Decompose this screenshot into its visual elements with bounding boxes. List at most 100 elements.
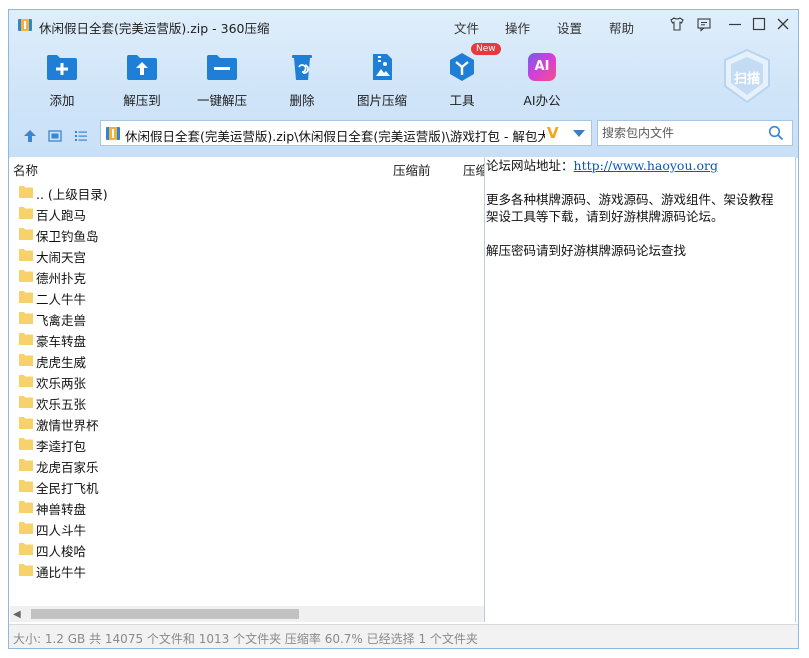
list-item[interactable]: 龙虎百家乐 <box>10 454 484 475</box>
column-headers: 名称 压缩前 压缩 <box>10 157 484 179</box>
list-item-label: 全民打飞机 <box>36 481 99 496</box>
list-item[interactable]: 二人牛牛 <box>10 286 484 307</box>
comment-pane: 论坛网站地址：http://www.haoyou.org 更多各种棋牌源码、游戏… <box>485 157 796 622</box>
column-size-before[interactable]: 压缩前 <box>393 160 431 179</box>
folder-icon <box>19 417 33 429</box>
list-item[interactable]: 全民打飞机 <box>10 475 484 496</box>
list-item[interactable]: 李逵打包 <box>10 433 484 454</box>
titlebar: 休闲假日全套(完美运营版).zip - 360压缩 文件 操作 设置 帮助 <box>9 10 798 40</box>
feedback-icon[interactable] <box>696 16 712 32</box>
list-item[interactable]: 神兽转盘 <box>10 496 484 517</box>
ai-office-button[interactable]: AI AI办公 <box>505 48 579 112</box>
list-item[interactable]: 德州扑克 <box>10 265 484 286</box>
delete-button[interactable]: 删除 <box>265 48 339 112</box>
zip-app-icon <box>18 19 32 31</box>
scan-button[interactable]: 扫描 <box>721 48 773 104</box>
folder-icon <box>19 522 33 534</box>
folder-icon <box>19 249 33 261</box>
list-item-label: 龙虎百家乐 <box>36 460 99 475</box>
folder-icon <box>19 228 33 240</box>
close-icon[interactable] <box>775 16 791 32</box>
address-bar: 休闲假日全套(完美运营版).zip\休闲假日全套(完美运营版)\游戏打包 - 解… <box>9 118 798 154</box>
scan-label: 扫描 <box>733 72 760 87</box>
list-item-label: 大闹天宫 <box>36 250 87 265</box>
scroll-left-icon[interactable]: ◀ <box>13 609 21 620</box>
search-icon[interactable] <box>768 125 784 141</box>
search-input[interactable] <box>600 123 762 143</box>
add-button[interactable]: 添加 <box>25 48 99 112</box>
list-item[interactable]: .. (上级目录) <box>10 181 484 202</box>
column-size-after[interactable]: 压缩 <box>463 160 484 179</box>
image-compress-button[interactable]: 图片压缩 <box>345 48 419 112</box>
list-item-label: 百人跑马 <box>36 208 87 223</box>
vip-icon[interactable]: V <box>547 124 559 142</box>
maximize-icon[interactable] <box>751 16 767 32</box>
folder-icon <box>19 291 33 303</box>
horizontal-scrollbar[interactable]: ◀ <box>10 606 484 622</box>
list-item[interactable]: 虎虎生威 <box>10 349 484 370</box>
list-item[interactable]: 通比牛牛 <box>10 559 484 580</box>
list-item[interactable]: 四人斗牛 <box>10 517 484 538</box>
list-item-label: 通比牛牛 <box>36 565 87 580</box>
menu-operation[interactable]: 操作 <box>505 18 530 37</box>
list-item-label: 德州扑克 <box>36 271 87 286</box>
extract-to-icon <box>127 55 157 80</box>
menu-file[interactable]: 文件 <box>454 18 479 37</box>
app-window: 休闲假日全套(完美运营版).zip - 360压缩 文件 操作 设置 帮助 添加… <box>8 9 799 649</box>
file-list-pane: 名称 压缩前 压缩 .. (上级目录) 百人跑马 保卫钓鱼岛 大闹天宫 <box>10 157 485 622</box>
folder-icon <box>19 543 33 555</box>
list-item-label: 二人牛牛 <box>36 292 87 307</box>
list-item-label: 豪车转盘 <box>36 334 87 349</box>
search-box <box>597 120 793 146</box>
status-text: 大小: 1.2 GB 共 14075 个文件和 1013 个文件夹 压缩率 60… <box>13 632 478 646</box>
list-item[interactable]: 百人跑马 <box>10 202 484 223</box>
list-view-icon[interactable] <box>73 128 89 144</box>
folder-icon <box>19 564 33 576</box>
list-item[interactable]: 飞禽走兽 <box>10 307 484 328</box>
scrollbar-thumb[interactable] <box>31 609 299 619</box>
path-field[interactable]: 休闲假日全套(完美运营版).zip\休闲假日全套(完美运营版)\游戏打包 - 解… <box>100 120 592 146</box>
up-arrow-icon[interactable] <box>22 128 38 144</box>
list-item-label: 欢乐两张 <box>36 376 87 391</box>
skin-shirt-icon[interactable] <box>669 16 685 32</box>
menu-settings[interactable]: 设置 <box>557 18 582 37</box>
status-bar: 大小: 1.2 GB 共 14075 个文件和 1013 个文件夹 压缩率 60… <box>9 624 798 648</box>
path-dropdown-icon[interactable] <box>573 130 585 137</box>
list-item[interactable]: 四人梭哈 <box>10 538 484 559</box>
list-item-label: 四人斗牛 <box>36 523 87 538</box>
list-item[interactable]: 欢乐两张 <box>10 370 484 391</box>
forum-link[interactable]: http://www.haoyou.org <box>574 158 718 173</box>
list-item[interactable]: 欢乐五张 <box>10 391 484 412</box>
thumbnail-view-icon[interactable] <box>47 128 63 144</box>
comment-line-3: 架设工具等下载，请到好游棋牌源码论坛。 <box>486 209 724 224</box>
folder-icon <box>19 312 33 324</box>
folder-icon <box>19 438 33 450</box>
list-item-label: 李逵打包 <box>36 439 87 454</box>
delete-label: 删除 <box>289 93 315 108</box>
tools-button[interactable]: 工具 <box>425 48 499 112</box>
extract-to-button[interactable]: 解压到 <box>105 48 179 112</box>
comment-line-4: 解压密码请到好游棋牌源码论坛查找 <box>486 243 687 258</box>
ai-icon: AI <box>528 53 556 81</box>
list-item[interactable]: 保卫钓鱼岛 <box>10 223 484 244</box>
list-item[interactable]: 激情世界杯 <box>10 412 484 433</box>
forum-label: 论坛网站地址： <box>486 158 574 173</box>
image-compress-label: 图片压缩 <box>356 93 407 108</box>
zip-path-icon <box>106 127 120 140</box>
column-name[interactable]: 名称 <box>13 160 38 179</box>
folder-icon <box>19 480 33 492</box>
list-item-label: 激情世界杯 <box>36 418 99 433</box>
minimize-icon[interactable] <box>727 16 743 32</box>
list-item[interactable]: 大闹天宫 <box>10 244 484 265</box>
menu-help[interactable]: 帮助 <box>609 18 634 37</box>
list-item-label: 四人梭哈 <box>36 544 87 559</box>
list-item-label: 飞禽走兽 <box>36 313 87 328</box>
list-item-label: 保卫钓鱼岛 <box>36 229 99 244</box>
folder-icon <box>19 396 33 408</box>
folder-icon <box>19 501 33 513</box>
list-item[interactable]: 豪车转盘 <box>10 328 484 349</box>
folder-icon <box>19 354 33 366</box>
folder-icon <box>19 459 33 471</box>
folder-icon <box>19 186 33 198</box>
one-click-extract-button[interactable]: 一键解压 <box>185 48 259 112</box>
